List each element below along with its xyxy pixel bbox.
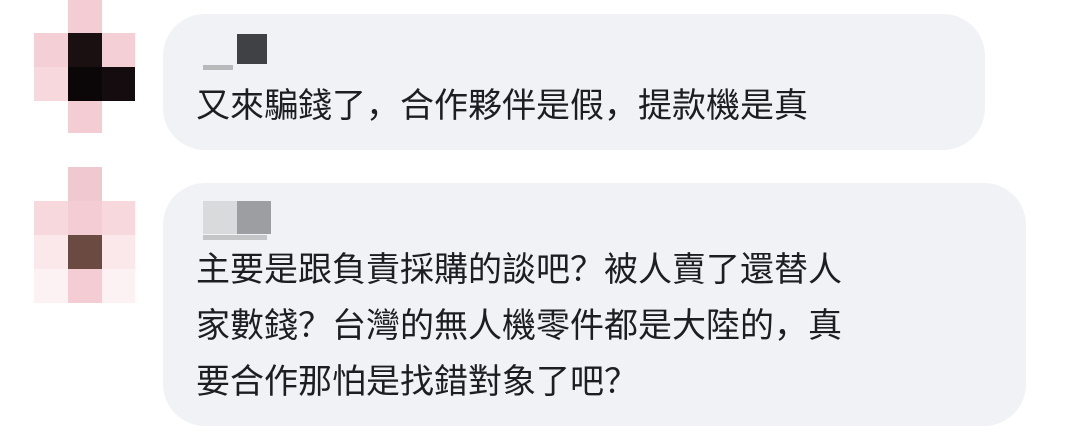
comment-text-line: 要合作那怕是找錯對象了吧？ [196, 362, 638, 402]
redacted-author-name [203, 235, 267, 240]
redacted-author-name [203, 65, 233, 70]
comment-text-line: 家數錢？台灣的無人機零件都是大陸的，真 [196, 306, 842, 346]
comment-bubble: 又來騙錢了，合作夥伴是假，提款機是真 [163, 14, 985, 150]
comment-item: 又來騙錢了，合作夥伴是假，提款機是真 [0, 0, 1080, 160]
comment-bubble: 主要是跟負責採購的談吧？被人賣了還替人 家數錢？台灣的無人機零件都是大陸的，真 … [163, 183, 1026, 426]
comment-text: 主要是跟負責採購的談吧？被人賣了還替人 家數錢？台灣的無人機零件都是大陸的，真 … [196, 242, 842, 410]
comment-text: 又來騙錢了，合作夥伴是假，提款機是真 [196, 78, 808, 134]
comment-text-line: 主要是跟負責採購的談吧？被人賣了還替人 [196, 250, 842, 290]
comment-text-line: 又來騙錢了，合作夥伴是假，提款機是真 [196, 86, 808, 126]
redacted-author-name [203, 201, 237, 234]
comment-item: 主要是跟負責採購的談吧？被人賣了還替人 家數錢？台灣的無人機零件都是大陸的，真 … [0, 160, 1080, 441]
avatar[interactable] [34, 0, 135, 133]
avatar[interactable] [34, 167, 135, 303]
redacted-author-name [237, 201, 271, 234]
redacted-author-name [237, 34, 267, 64]
